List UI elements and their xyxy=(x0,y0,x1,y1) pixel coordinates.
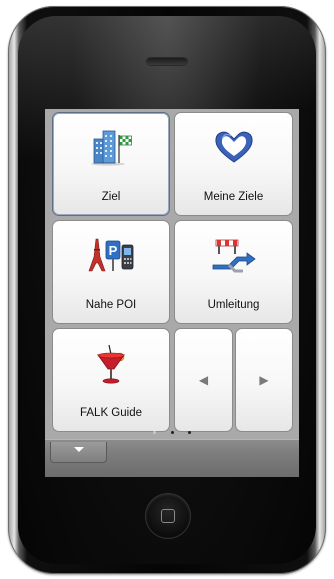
arrow-right-icon: ▶ xyxy=(259,373,269,387)
detour-button[interactable]: Umleitung xyxy=(174,220,293,324)
cocktail-glass-icon xyxy=(96,344,126,384)
nearby-poi-label: Nahe POI xyxy=(85,299,137,311)
chevron-down-icon xyxy=(73,447,84,452)
bottom-toolbar xyxy=(45,439,299,477)
page-dot-2 xyxy=(171,431,174,434)
my-destinations-button[interactable]: Meine Ziele xyxy=(174,112,293,216)
buildings-flag-icon xyxy=(91,130,132,166)
next-page-button[interactable]: ▶ xyxy=(235,328,293,432)
falk-guide-button[interactable]: FALK Guide xyxy=(52,328,170,432)
svg-text:P: P xyxy=(109,243,118,258)
falk-guide-label: FALK Guide xyxy=(79,407,142,419)
page-dot-3 xyxy=(188,431,191,434)
home-square-icon xyxy=(161,509,175,523)
menu-toggle-button[interactable] xyxy=(50,442,107,463)
nearby-poi-button[interactable]: P Nahe POI xyxy=(52,220,170,324)
app-screen: Ziel Meine Ziele P Nahe POI Umleitung FA… xyxy=(45,109,299,477)
home-button[interactable] xyxy=(146,494,190,538)
earpiece-speaker xyxy=(147,58,187,65)
page-dot-1 xyxy=(153,431,156,434)
arrow-left-icon: ◀ xyxy=(198,373,209,387)
previous-page-button[interactable]: ◀ xyxy=(174,328,233,432)
destination-button[interactable]: Ziel xyxy=(52,112,170,216)
detour-signpost-icon xyxy=(212,239,256,273)
detour-label: Umleitung xyxy=(207,299,260,311)
blue-heart-icon xyxy=(214,131,253,163)
page-indicator xyxy=(147,431,197,437)
my-destinations-label: Meine Ziele xyxy=(203,191,264,203)
eiffel-tower-parking-phone-icon: P xyxy=(88,238,134,272)
destination-label: Ziel xyxy=(101,191,121,203)
